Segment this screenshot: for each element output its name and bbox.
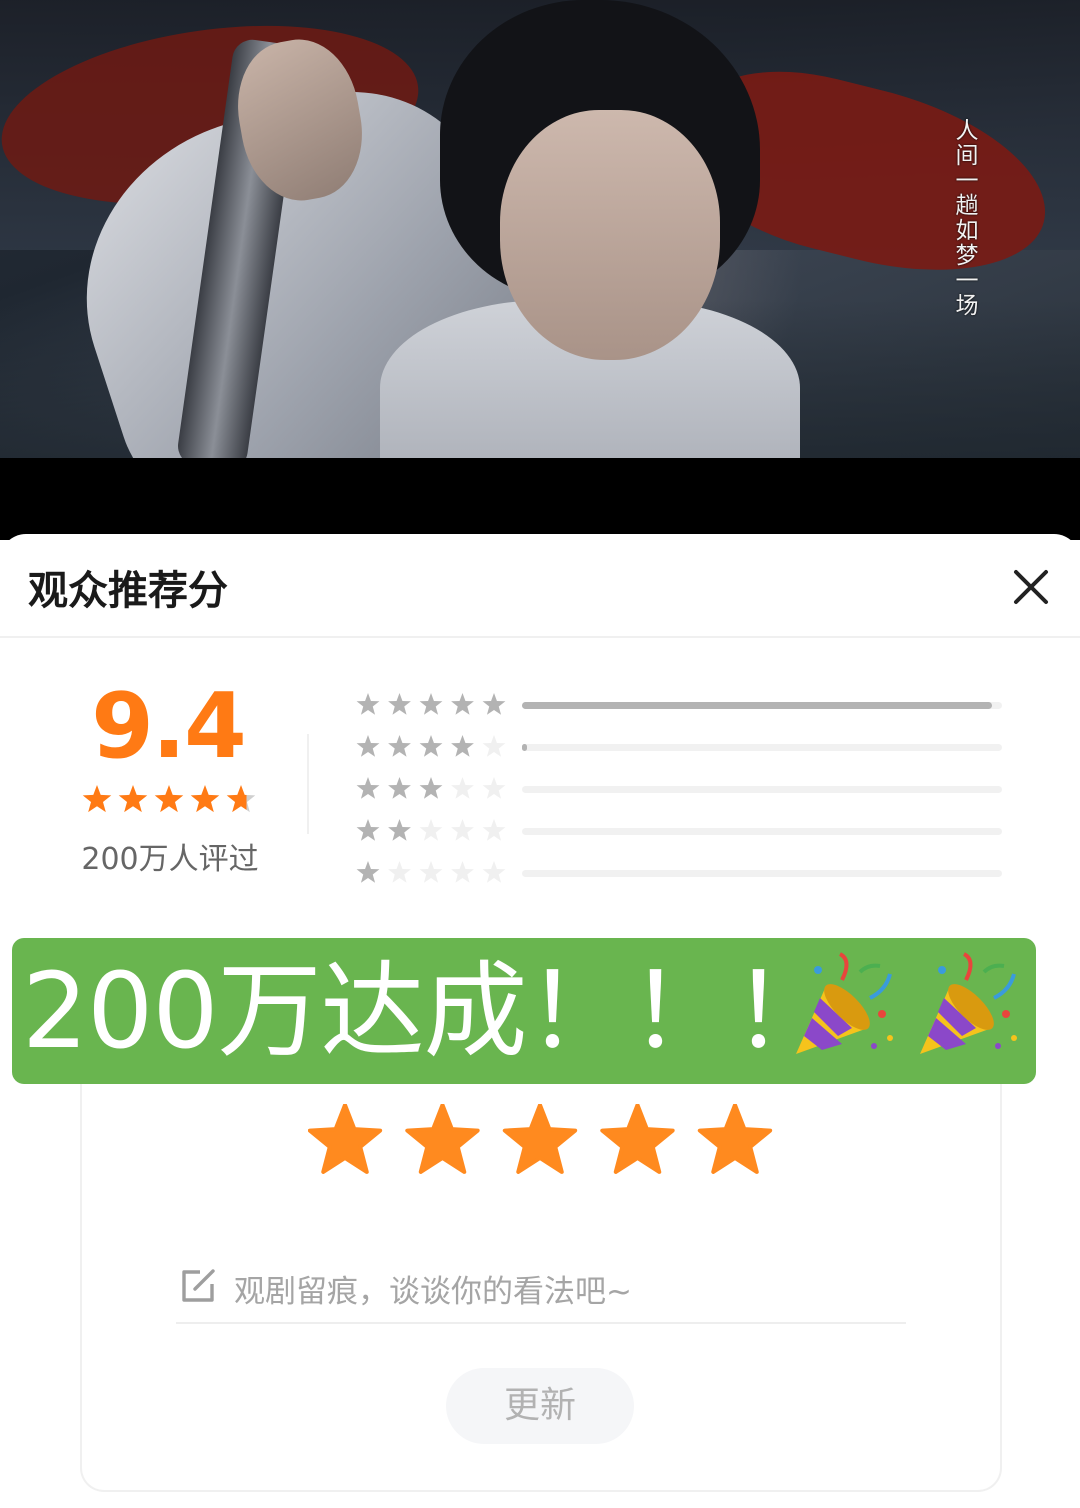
distribution-star — [388, 777, 411, 799]
distribution-track — [522, 744, 1002, 751]
distribution-star — [419, 819, 443, 841]
distribution-star — [482, 735, 506, 757]
distribution-track — [522, 786, 1002, 793]
score-star — [118, 785, 148, 813]
sheet-title: 观众推荐分 — [28, 568, 228, 614]
video-caption: 人间一趟如梦一场 — [951, 118, 977, 318]
close-icon — [1014, 570, 1048, 604]
video-frame — [0, 0, 1080, 458]
distribution-row — [355, 776, 1015, 802]
banner-text: 200万达成！！！ — [22, 950, 837, 1072]
distribution-track — [522, 870, 1002, 877]
distribution-star — [451, 777, 474, 799]
distribution-star — [482, 693, 506, 715]
milestone-banner: 200万达成！！！ — [12, 938, 1036, 1084]
rating-star-4[interactable] — [600, 1104, 675, 1174]
distribution-track — [522, 828, 1002, 835]
video-player[interactable]: 人间一趟如梦一场 — [0, 0, 1080, 540]
rating-distribution — [355, 692, 1015, 892]
distribution-row — [355, 860, 1015, 886]
distribution-row — [355, 734, 1015, 760]
distribution-track — [522, 702, 1002, 709]
distribution-star — [388, 861, 411, 883]
distribution-star — [356, 861, 380, 883]
distribution-star — [451, 819, 474, 841]
party-popper-icon — [796, 952, 893, 1054]
comment-input[interactable]: 观剧留痕，谈谈你的看法吧~ — [176, 1256, 906, 1324]
distribution-star — [356, 777, 380, 799]
distribution-star — [482, 777, 506, 799]
distribution-star — [388, 819, 411, 841]
distribution-stars — [356, 819, 506, 841]
distribution-row — [355, 692, 1015, 718]
distribution-stars — [356, 693, 506, 715]
distribution-fill — [522, 702, 993, 709]
distribution-fill — [522, 744, 527, 751]
sheet-header: 观众推荐分 — [0, 534, 1080, 638]
distribution-star — [451, 861, 474, 883]
distribution-star — [356, 819, 380, 841]
score-star — [226, 785, 256, 813]
distribution-stars — [356, 777, 506, 799]
rating-star-2[interactable] — [405, 1104, 480, 1174]
distribution-star — [388, 735, 411, 757]
distribution-star — [482, 819, 506, 841]
distribution-star — [419, 777, 443, 799]
score-stars — [82, 785, 256, 813]
distribution-star — [451, 735, 474, 757]
distribution-star — [419, 861, 443, 883]
score-value: 9.4 — [91, 674, 246, 779]
score-star — [154, 785, 184, 813]
rating-star-5[interactable] — [697, 1104, 773, 1174]
close-button[interactable] — [1006, 562, 1056, 612]
distribution-stars — [356, 861, 506, 883]
update-button[interactable]: 更新 — [446, 1368, 634, 1444]
rating-sheet: 观众推荐分 9.4 200万人评过 200万达成！！！ 观剧留痕，谈谈你的看法吧… — [0, 534, 1080, 1508]
distribution-star — [356, 693, 380, 715]
rating-count: 200万人评过 — [81, 842, 259, 877]
distribution-row — [355, 818, 1015, 844]
score-star — [82, 785, 112, 813]
distribution-star — [451, 693, 474, 715]
distribution-star — [419, 693, 443, 715]
distribution-star — [356, 735, 380, 757]
comment-placeholder: 观剧留痕，谈谈你的看法吧~ — [234, 1274, 632, 1310]
party-popper-icon — [920, 952, 1017, 1054]
score-star — [190, 785, 220, 813]
star-rating-input[interactable] — [308, 1104, 778, 1184]
distribution-star — [388, 693, 411, 715]
edit-icon — [182, 1269, 215, 1302]
distribution-star — [419, 735, 443, 757]
distribution-star — [482, 861, 506, 883]
rating-star-1[interactable] — [308, 1104, 383, 1174]
distribution-stars — [356, 735, 506, 757]
rating-star-3[interactable] — [502, 1104, 578, 1174]
divider — [307, 734, 309, 834]
